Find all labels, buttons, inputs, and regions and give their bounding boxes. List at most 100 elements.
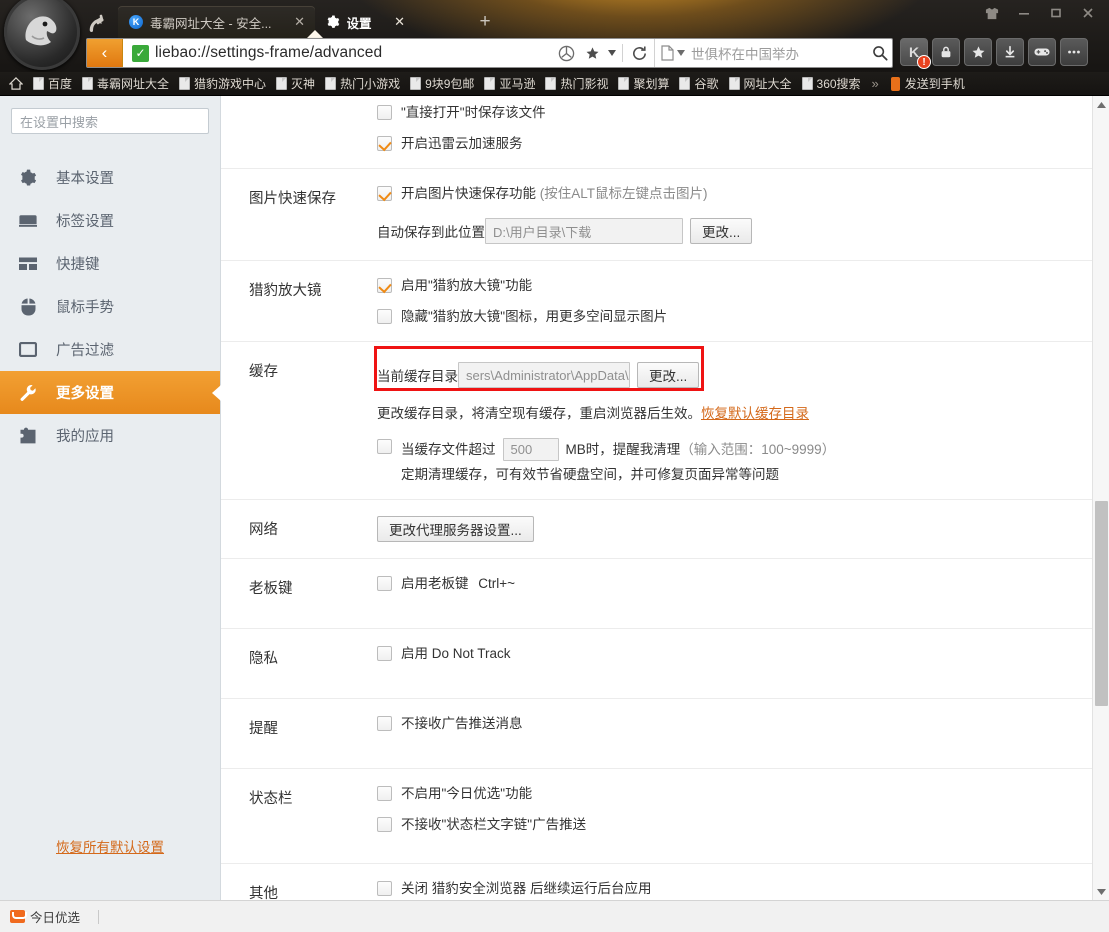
translate-icon[interactable] <box>553 39 579 67</box>
download-icon <box>1005 45 1015 58</box>
sidebar-item-tab-settings[interactable]: 标签设置 <box>0 199 220 242</box>
checkbox-enable-boss-key[interactable] <box>377 576 392 591</box>
gear-icon <box>326 15 340 29</box>
cache-hint: 更改缓存目录，将清空现有缓存，重启浏览器后生效。恢复默认缓存目录 <box>377 402 1072 422</box>
checkbox-no-ad-push[interactable] <box>377 716 392 731</box>
checkbox-background-apps[interactable] <box>377 881 392 896</box>
settings-search-input[interactable]: 在设置中搜索 <box>11 108 209 134</box>
option-label: "直接打开"时保存该文件 <box>401 105 546 120</box>
checkbox-save-on-direct-open[interactable] <box>377 105 392 120</box>
favorites-button[interactable] <box>964 38 992 66</box>
sidebar-item-shortcuts[interactable]: 快捷键 <box>0 242 220 285</box>
boss-key-shortcut: Ctrl+~ <box>478 576 516 591</box>
today-pick-button[interactable]: 今日优选 <box>10 907 80 926</box>
section-privacy: 隐私 启用 Do Not Track <box>221 629 1092 699</box>
bookmark-item[interactable]: 灭神 <box>271 73 320 95</box>
checkbox-no-statusbar-text-ads[interactable] <box>377 817 392 832</box>
bookmark-item[interactable]: 360搜索 <box>797 73 866 95</box>
settings-page: 在设置中搜索 基本设置 标签设置 快捷键 鼠标手势 广告过滤 更多设置 我的应用… <box>0 96 1109 900</box>
checkbox-disable-today-pick[interactable] <box>377 786 392 801</box>
bookmark-item[interactable]: 毒霸网址大全 <box>77 73 174 95</box>
sidebar-item-basic-settings[interactable]: 基本设置 <box>0 156 220 199</box>
sidebar-item-label: 标签设置 <box>56 214 114 230</box>
cache-size-input[interactable]: 500 <box>502 438 559 461</box>
omnibox: ‹ ✓ liebao://settings-frame/advanced 世俱杯… <box>86 38 893 68</box>
bookmark-dropdown-icon[interactable] <box>605 39 619 67</box>
change-save-path-button[interactable]: 更改... <box>690 218 753 244</box>
new-tab-button[interactable]: + <box>472 10 498 34</box>
cache-size-block: 当缓存文件超过 500 MB时，提醒我清理 （输入范围：100~9999） 定期… <box>401 438 835 483</box>
section-cache: 缓存 当前缓存目录 sers\Administrator\AppData\ 更改… <box>221 342 1092 500</box>
checkbox-xunlei-accel[interactable] <box>377 136 392 151</box>
home-icon[interactable] <box>4 73 28 95</box>
restore-default-cache-dir-link[interactable]: 恢复默认缓存目录 <box>701 406 809 421</box>
checkbox-do-not-track[interactable] <box>377 646 392 661</box>
bookmark-item[interactable]: 热门小游戏 <box>320 73 405 95</box>
content-scrollbar[interactable] <box>1092 96 1109 900</box>
today-pick-label: 今日优选 <box>30 911 81 925</box>
kingsoft-favicon-icon: K <box>129 15 143 29</box>
change-cache-dir-button[interactable]: 更改... <box>637 362 700 388</box>
save-path-input[interactable]: D:\用户目录\下载 <box>485 218 683 244</box>
section-body: 不启用"今日优选"功能 不接收"状态栏文字链"广告推送 <box>377 785 1092 833</box>
tab-0[interactable]: K 毒霸网址大全 - 安全... ✕ <box>118 6 315 38</box>
scrollbar-thumb[interactable] <box>1095 501 1108 706</box>
reload-icon[interactable] <box>626 39 652 67</box>
search-icon[interactable] <box>868 39 892 67</box>
page-icon <box>545 77 557 90</box>
section-body: 启用老板键 Ctrl+~ <box>377 575 1092 598</box>
privacy-lock-button[interactable] <box>932 38 960 66</box>
page-icon <box>82 77 94 90</box>
send-to-phone-button[interactable]: 发送到手机 <box>885 75 971 92</box>
close-button[interactable] <box>1073 2 1103 24</box>
downloads-button[interactable] <box>996 38 1024 66</box>
scroll-up-arrow-icon[interactable] <box>1093 96 1109 113</box>
kingsoft-guard-button[interactable]: K ! <box>900 38 931 69</box>
sidebar-item-label: 广告过滤 <box>56 343 114 359</box>
section-other: 其他 关闭 猎豹安全浏览器 后继续运行后台应用 <box>221 864 1092 900</box>
sidebar-nav: 基本设置 标签设置 快捷键 鼠标手势 广告过滤 更多设置 我的应用 <box>0 156 221 457</box>
skin-shirt-icon[interactable] <box>977 2 1007 24</box>
bookmark-item[interactable]: 热门影视 <box>540 73 613 95</box>
minimize-button[interactable] <box>1009 2 1039 24</box>
checkbox-hide-magnifier-icon[interactable] <box>377 309 392 324</box>
more-menu-button[interactable] <box>1060 38 1088 66</box>
bookmark-item[interactable]: 亚马逊 <box>479 73 540 95</box>
checkbox-image-quick-save[interactable] <box>377 186 392 201</box>
cache-dir-input[interactable]: sers\Administrator\AppData\ <box>458 362 630 388</box>
bookmarks-overflow-icon[interactable]: » <box>866 76 885 91</box>
sidebar-item-more-settings[interactable]: 更多设置 <box>0 371 221 414</box>
bookmark-item[interactable]: 谷歌 <box>674 73 723 95</box>
checkbox-cache-size-reminder[interactable] <box>377 439 392 454</box>
search-box[interactable]: 世俱杯在中国举办 <box>654 39 892 67</box>
bookmark-item[interactable]: 9块9包邮 <box>405 73 479 95</box>
search-input[interactable]: 世俱杯在中国举办 <box>691 43 868 63</box>
bookmark-item[interactable]: 网址大全 <box>724 73 797 95</box>
tab-close-icon[interactable]: ✕ <box>293 14 307 30</box>
checkbox-enable-magnifier[interactable] <box>377 278 392 293</box>
url-text[interactable]: liebao://settings-frame/advanced <box>155 44 553 62</box>
bookmark-star-icon[interactable] <box>579 39 605 67</box>
bookmark-item[interactable]: 聚划算 <box>613 73 674 95</box>
change-proxy-settings-button[interactable]: 更改代理服务器设置... <box>377 516 534 542</box>
bookmark-item[interactable]: 百度 <box>28 73 77 95</box>
page-icon <box>801 77 813 90</box>
keyboard-icon <box>0 257 56 271</box>
restore-all-defaults-link[interactable]: 恢复所有默认设置 <box>0 836 220 856</box>
save-path-row: 自动保存到此位置 D:\用户目录\下载 更改... <box>377 218 1072 244</box>
settings-sections: "直接打开"时保存该文件 开启迅雷云加速服务 图片快速保存 开启图片快速保存功能… <box>221 96 1092 900</box>
sidebar-item-mouse-gestures[interactable]: 鼠标手势 <box>0 285 220 328</box>
bookmark-item[interactable]: 猎豹游戏中心 <box>174 73 271 95</box>
tab-1[interactable]: 设置 ✕ <box>315 6 415 38</box>
option-label: 隐藏"猎豹放大镜"图标，用更多空间显示图片 <box>401 309 668 324</box>
section-notice: 提醒 不接收广告推送消息 <box>221 699 1092 769</box>
game-center-button[interactable] <box>1028 38 1056 66</box>
sidebar-item-my-apps[interactable]: 我的应用 <box>0 414 220 457</box>
sidebar-item-ad-filter[interactable]: 广告过滤 <box>0 328 220 371</box>
maximize-button[interactable] <box>1041 2 1071 24</box>
omnibox-icons <box>553 39 654 67</box>
scroll-down-arrow-icon[interactable] <box>1093 883 1109 900</box>
back-button[interactable]: ‹ <box>87 39 123 67</box>
tab-close-icon[interactable]: ✕ <box>393 14 407 30</box>
bookmark-label: 热门影视 <box>560 77 609 91</box>
